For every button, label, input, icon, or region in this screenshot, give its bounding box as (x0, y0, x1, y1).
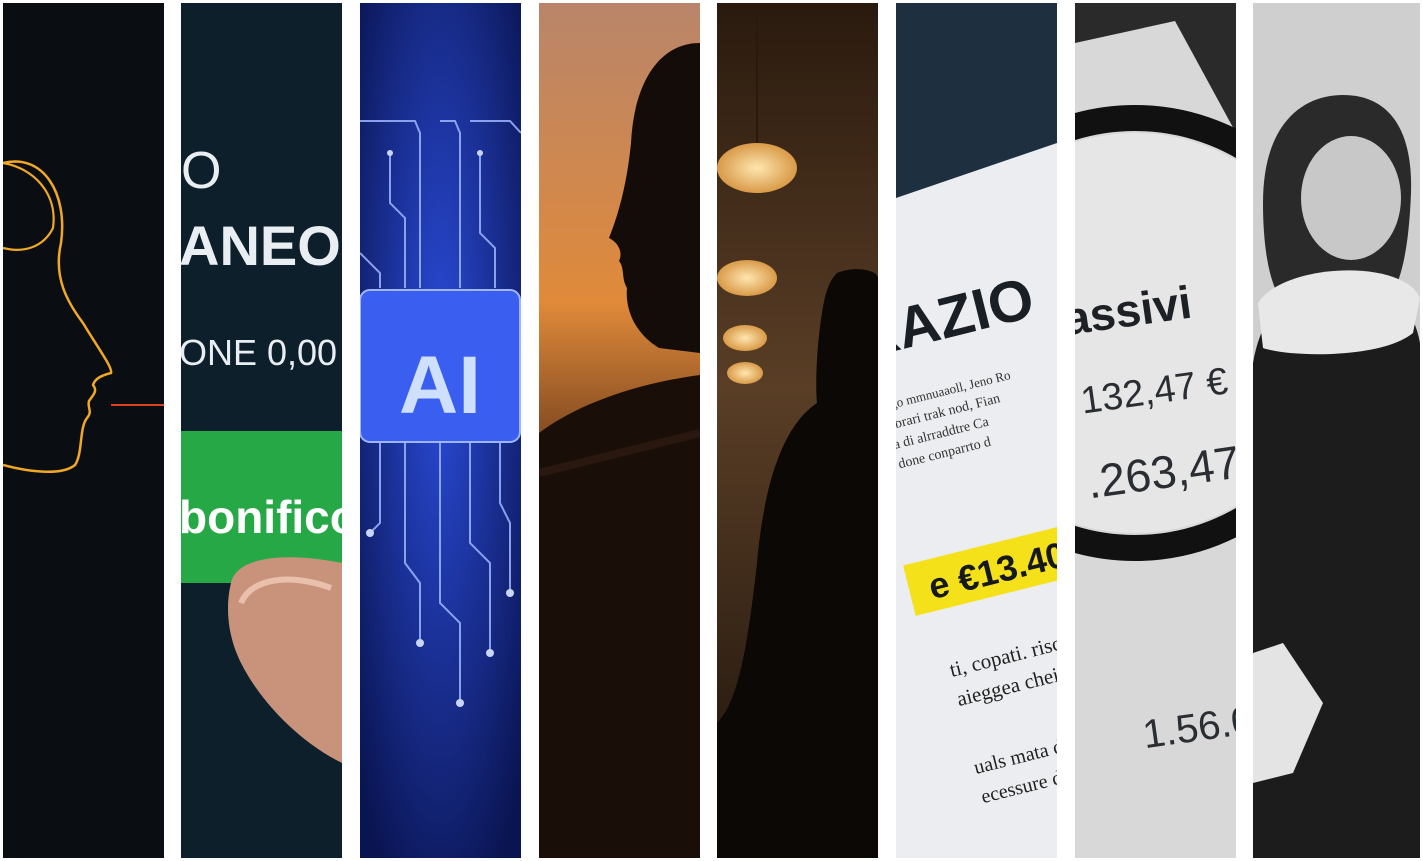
panel-violinist[interactable] (539, 3, 700, 858)
transfer-text-3: ONE 0,00 (181, 332, 337, 373)
panel-instant-transfer[interactable]: O ANEO ONE 0,00 bonifico (181, 3, 342, 858)
violin-body (539, 375, 700, 858)
transfer-screen: O ANEO ONE 0,00 bonifico (181, 3, 342, 858)
transfer-text-1: O (181, 142, 221, 200)
violinist-silhouette (539, 3, 700, 858)
panel-magnifier-balance[interactable]: assivi 132,47 € .263,47 1.56.004 (1075, 3, 1236, 858)
vintage-portrait-photo (1253, 3, 1420, 858)
transfer-button-label: bonifico (181, 491, 342, 543)
hall-scene (717, 3, 878, 858)
tax-document-photo: RAZIO ngo mmnuaaoll, Jeno Ro abrari trak… (896, 3, 1057, 858)
ai-circuit: AI (360, 3, 521, 858)
ai-badge-label: AI (399, 340, 481, 431)
panel-silhouette-hall[interactable] (717, 3, 878, 858)
transfer-text-2: ANEO (181, 214, 341, 277)
panel-ai-chip[interactable]: AI (360, 3, 521, 858)
panel-tax-document[interactable]: RAZIO ngo mmnuaaoll, Jeno Ro abrari trak… (896, 3, 1057, 858)
panel-voice-ai[interactable] (3, 3, 164, 858)
voice-ai-illustration (3, 3, 164, 858)
face (1301, 136, 1401, 260)
magnifier-photo: assivi 132,47 € .263,47 1.56.004 (1075, 3, 1236, 858)
panel-vintage-portrait[interactable] (1253, 3, 1420, 858)
